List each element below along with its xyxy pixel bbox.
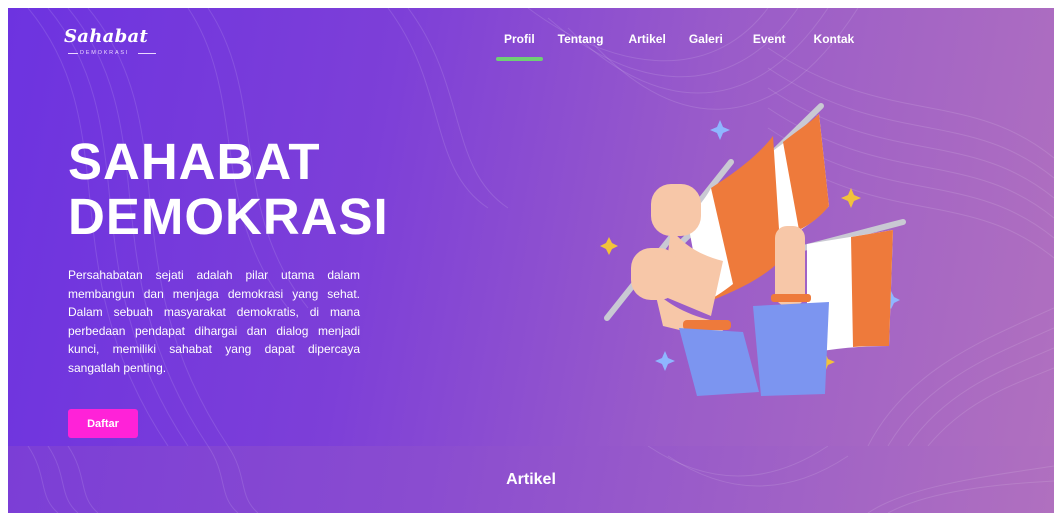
nav-item-artikel[interactable]: Artikel <box>628 32 665 62</box>
main-nav: Profil Tentang Artikel Galeri Event Kont… <box>496 32 855 62</box>
nav-item-label: Tentang <box>557 32 604 46</box>
nav-item-label: Event <box>752 32 786 46</box>
hands-holding-flags-illustration <box>600 103 906 396</box>
nav-item-label: Artikel <box>628 32 666 46</box>
logo-divider-right <box>138 53 156 54</box>
hero-title-line-1: SAHABAT <box>68 133 321 190</box>
brand-logo[interactable]: Sahabat DEMOKRASI <box>64 26 164 66</box>
nav-item-event[interactable]: Event <box>753 32 786 62</box>
hero-section: Sahabat DEMOKRASI Profil Tentang Artikel… <box>8 8 1054 446</box>
logo-divider-left <box>68 53 78 54</box>
hero-title-line-2: DEMOKRASI <box>68 188 389 245</box>
nav-item-label: Galeri <box>688 32 723 46</box>
nav-item-profil[interactable]: Profil <box>496 32 543 62</box>
articles-section: Artikel <box>8 446 1054 513</box>
brand-name: Sahabat <box>64 26 149 47</box>
section-title: Artikel <box>506 471 556 488</box>
page: Sahabat DEMOKRASI Profil Tentang Artikel… <box>0 0 1054 513</box>
hero-title: SAHABAT DEMOKRASI <box>68 134 389 244</box>
nav-active-indicator <box>496 57 543 61</box>
brand-tagline: DEMOKRASI <box>80 50 130 56</box>
nav-item-label: Kontak <box>813 32 855 46</box>
nav-item-tentang[interactable]: Tentang <box>558 32 604 62</box>
nav-item-galeri[interactable]: Galeri <box>689 32 723 62</box>
nav-item-label: Profil <box>504 32 535 46</box>
nav-item-kontak[interactable]: Kontak <box>814 32 855 62</box>
hero-description: Persahabatan sejati adalah pilar utama d… <box>68 268 360 375</box>
daftar-button[interactable]: Daftar <box>68 409 138 438</box>
